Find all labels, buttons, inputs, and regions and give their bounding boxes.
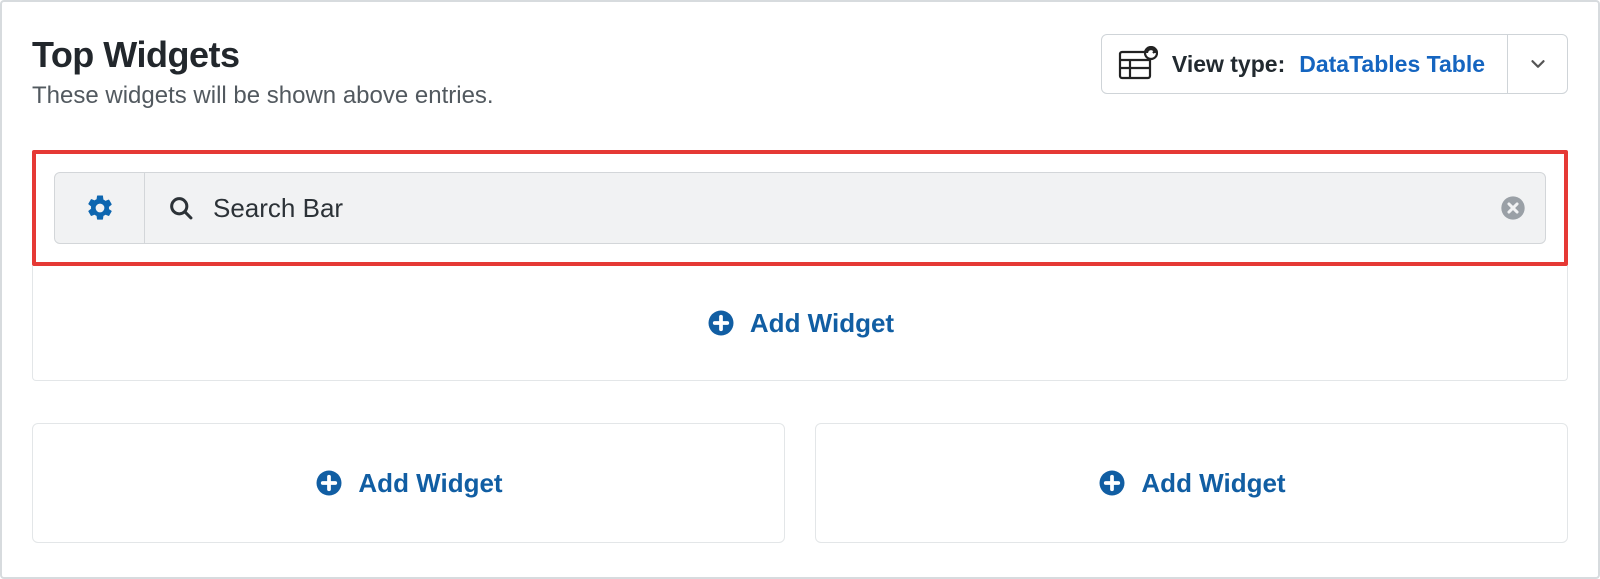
view-type-value: DataTables Table [1299,51,1485,78]
title-block: Top Widgets These widgets will be shown … [32,34,494,110]
header-row: Top Widgets These widgets will be shown … [32,34,1568,110]
add-widget-label: Add Widget [358,468,502,499]
add-widget-zone-right[interactable]: Add Widget [815,423,1568,543]
plus-circle-icon [706,308,736,338]
chevron-down-icon [1527,53,1549,75]
widget-body[interactable]: Search Bar [145,173,1481,243]
close-circle-icon [1499,194,1527,222]
widget-remove-button[interactable] [1481,173,1545,243]
top-widgets-panel: Top Widgets These widgets will be shown … [0,0,1600,579]
view-type-selector[interactable]: View type: DataTables Table [1101,34,1568,94]
add-widget-button[interactable]: Add Widget [706,308,894,339]
add-widget-label: Add Widget [750,308,894,339]
table-icon [1118,46,1158,82]
widget-label: Search Bar [213,193,343,224]
add-widget-zone-left[interactable]: Add Widget [32,423,785,543]
page-subtitle: These widgets will be shown above entrie… [32,82,494,110]
plus-circle-icon [1097,468,1127,498]
add-widget-button[interactable]: Add Widget [1097,468,1285,499]
plus-circle-icon [314,468,344,498]
view-type-label: View type: [1172,51,1285,78]
view-type-dropdown-toggle[interactable] [1507,35,1567,93]
widget-settings-button[interactable] [55,173,145,243]
two-column-zones: Add Widget Add Widget [32,423,1568,543]
widget-row-search-bar[interactable]: Search Bar [54,172,1546,244]
view-type-main[interactable]: View type: DataTables Table [1102,35,1507,93]
gear-icon [85,193,115,223]
highlighted-widget-area: Search Bar [32,150,1568,266]
add-widget-button[interactable]: Add Widget [314,468,502,499]
page-title: Top Widgets [32,34,494,76]
add-widget-label: Add Widget [1141,468,1285,499]
search-icon [167,194,195,222]
add-widget-zone-top[interactable]: Add Widget [32,266,1568,381]
